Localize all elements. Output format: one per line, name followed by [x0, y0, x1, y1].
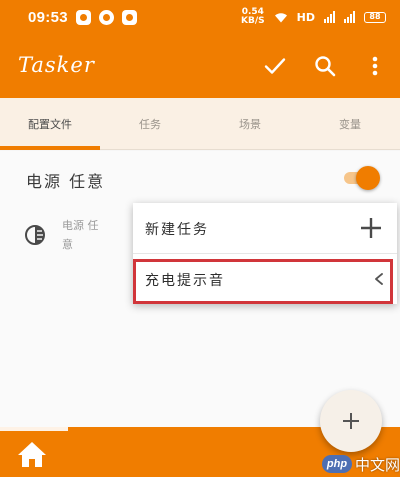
watermark: php 中文网	[322, 453, 400, 475]
app-title: Tasker	[18, 53, 95, 77]
menu-item-charging-sound[interactable]: 充电提示音	[133, 254, 397, 304]
power-context-icon	[25, 225, 45, 245]
tab-bar: 配置文件 任务 场景 变量	[0, 98, 400, 150]
search-icon	[315, 56, 336, 77]
notification-app-icon	[98, 9, 114, 25]
chevron-left-icon	[375, 273, 383, 285]
net-speed: 0.54 KB/S	[241, 8, 265, 26]
notification-app-icon	[121, 9, 137, 25]
check-icon	[264, 58, 286, 74]
more-options-button[interactable]	[350, 34, 400, 98]
menu-item-new-task[interactable]: 新建任务	[133, 203, 397, 253]
status-time: 09:53	[28, 8, 68, 26]
signal-icon	[344, 11, 355, 23]
profile-row[interactable]: 电源 任意	[0, 151, 400, 205]
add-fab-button[interactable]	[320, 390, 382, 452]
confirm-button[interactable]	[250, 34, 300, 98]
profile-name: 电源 任意	[26, 172, 106, 191]
plus-icon	[361, 218, 381, 238]
watermark-logo: php	[322, 455, 352, 473]
tab-profiles[interactable]: 配置文件	[0, 98, 100, 150]
task-popup-menu: 新建任务 充电提示音	[133, 203, 397, 304]
tab-tasks[interactable]: 任务	[100, 98, 200, 149]
menu-item-label: 充电提示音	[145, 273, 225, 289]
network-type-label: HD	[296, 10, 315, 24]
notification-app-icon	[75, 9, 91, 25]
signal-icon	[324, 11, 335, 23]
app-actions	[250, 34, 400, 98]
bottom-indicator	[0, 427, 68, 431]
net-speed-unit: KB/S	[241, 16, 265, 26]
app-bar: Tasker	[0, 34, 400, 98]
search-button[interactable]	[300, 34, 350, 98]
watermark-text: 中文网	[355, 455, 400, 474]
profile-enable-toggle[interactable]	[342, 165, 380, 191]
status-left: 09:53	[28, 9, 137, 26]
tab-scenes[interactable]: 场景	[200, 98, 300, 149]
status-bar: 09:53 0.54 KB/S HD 88	[0, 0, 400, 34]
battery-icon: 88	[364, 11, 386, 23]
toggle-thumb	[356, 166, 380, 190]
context-label: 电源 任意	[62, 219, 99, 251]
wifi-icon	[274, 12, 287, 22]
plus-icon	[343, 413, 359, 429]
status-right: 0.54 KB/S HD 88	[241, 8, 386, 26]
home-icon[interactable]	[16, 439, 48, 469]
tab-variables[interactable]: 变量	[300, 98, 400, 149]
more-vert-icon	[372, 56, 378, 76]
menu-item-label: 新建任务	[145, 222, 209, 238]
